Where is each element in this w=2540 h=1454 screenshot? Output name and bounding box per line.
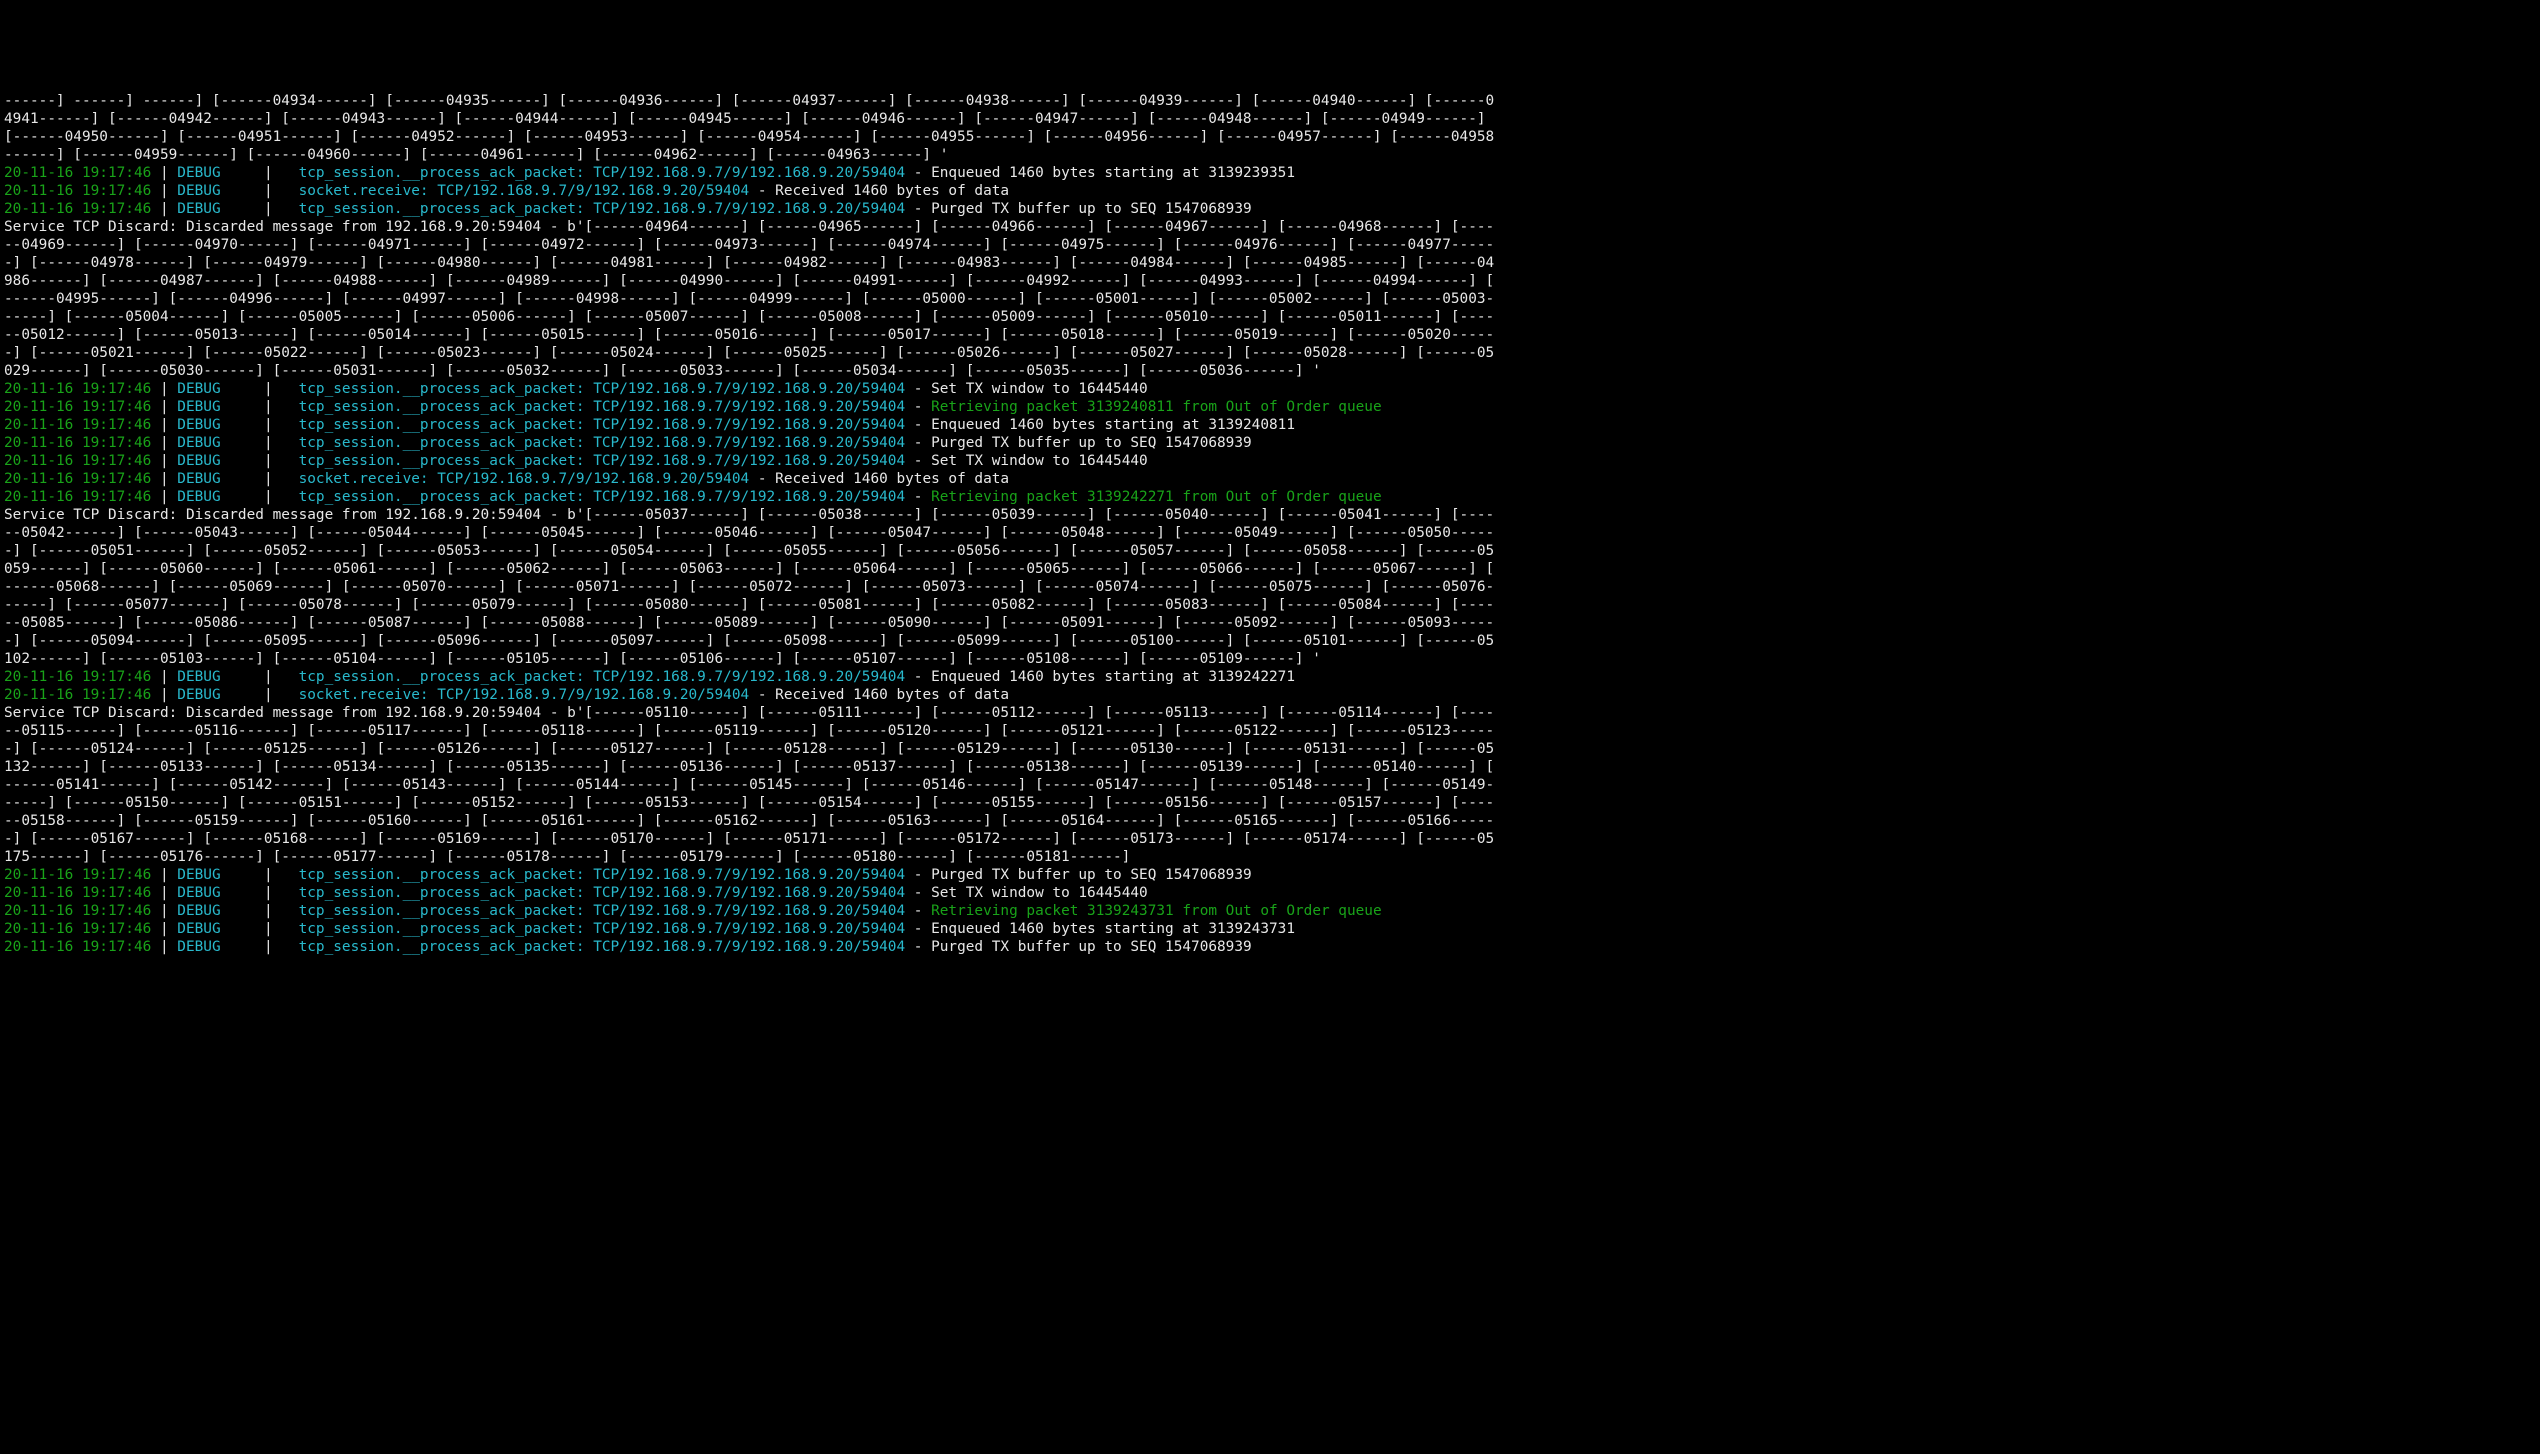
hex-dump-line: -----] [------05150------] [------05151-… (4, 794, 2536, 812)
hex-dump-line: Service TCP Discard: Discarded message f… (4, 704, 2536, 722)
hex-dump-line: 029------] [------05030------] [------05… (4, 362, 2536, 380)
log-line: 20-11-16 19:17:46 | DEBUG | socket.recei… (4, 686, 2536, 704)
log-line: 20-11-16 19:17:46 | DEBUG | tcp_session.… (4, 902, 2536, 920)
hex-dump-line: -----] [------05004------] [------05005-… (4, 308, 2536, 326)
terminal-output[interactable]: ------] ------] ------] [------04934----… (0, 90, 2540, 958)
log-line: 20-11-16 19:17:46 | DEBUG | tcp_session.… (4, 668, 2536, 686)
hex-dump-line: Service TCP Discard: Discarded message f… (4, 506, 2536, 524)
log-line: 20-11-16 19:17:46 | DEBUG | tcp_session.… (4, 866, 2536, 884)
log-line: 20-11-16 19:17:46 | DEBUG | tcp_session.… (4, 434, 2536, 452)
hex-dump-line: --05115------] [------05116------] [----… (4, 722, 2536, 740)
hex-dump-line: -] [------05021------] [------05022-----… (4, 344, 2536, 362)
hex-dump-line: -----] [------05077------] [------05078-… (4, 596, 2536, 614)
hex-dump-line: 4941------] [------04942------] [------0… (4, 110, 2536, 128)
hex-dump-line: ------] [------04959------] [------04960… (4, 146, 2536, 164)
log-line: 20-11-16 19:17:46 | DEBUG | tcp_session.… (4, 398, 2536, 416)
log-line: 20-11-16 19:17:46 | DEBUG | tcp_session.… (4, 380, 2536, 398)
hex-dump-line: 132------] [------05133------] [------05… (4, 758, 2536, 776)
log-line: 20-11-16 19:17:46 | DEBUG | tcp_session.… (4, 884, 2536, 902)
hex-dump-line: -] [------05124------] [------05125-----… (4, 740, 2536, 758)
log-line: 20-11-16 19:17:46 | DEBUG | socket.recei… (4, 182, 2536, 200)
hex-dump-line: -] [------05094------] [------05095-----… (4, 632, 2536, 650)
hex-dump-line: 059------] [------05060------] [------05… (4, 560, 2536, 578)
log-line: 20-11-16 19:17:46 | DEBUG | tcp_session.… (4, 452, 2536, 470)
log-line: 20-11-16 19:17:46 | DEBUG | socket.recei… (4, 470, 2536, 488)
hex-dump-line: --04969------] [------04970------] [----… (4, 236, 2536, 254)
log-line: 20-11-16 19:17:46 | DEBUG | tcp_session.… (4, 416, 2536, 434)
hex-dump-line: ------04995------] [------04996------] [… (4, 290, 2536, 308)
log-line: 20-11-16 19:17:46 | DEBUG | tcp_session.… (4, 920, 2536, 938)
hex-dump-line: ------05068------] [------05069------] [… (4, 578, 2536, 596)
hex-dump-line: --05085------] [------05086------] [----… (4, 614, 2536, 632)
hex-dump-line: -] [------05167------] [------05168-----… (4, 830, 2536, 848)
hex-dump-line: --05158------] [------05159------] [----… (4, 812, 2536, 830)
hex-dump-line: ------05141------] [------05142------] [… (4, 776, 2536, 794)
log-line: 20-11-16 19:17:46 | DEBUG | tcp_session.… (4, 488, 2536, 506)
hex-dump-line: --05042------] [------05043------] [----… (4, 524, 2536, 542)
hex-dump-line: 102------] [------05103------] [------05… (4, 650, 2536, 668)
hex-dump-line: [------04950------] [------04951------] … (4, 128, 2536, 146)
log-line: 20-11-16 19:17:46 | DEBUG | tcp_session.… (4, 164, 2536, 182)
hex-dump-line: Service TCP Discard: Discarded message f… (4, 218, 2536, 236)
hex-dump-line: 175------] [------05176------] [------05… (4, 848, 2536, 866)
hex-dump-line: --05012------] [------05013------] [----… (4, 326, 2536, 344)
log-line: 20-11-16 19:17:46 | DEBUG | tcp_session.… (4, 938, 2536, 956)
hex-dump-line: 986------] [------04987------] [------04… (4, 272, 2536, 290)
hex-dump-line: -] [------04978------] [------04979-----… (4, 254, 2536, 272)
hex-dump-line: ------] ------] ------] [------04934----… (4, 92, 2536, 110)
hex-dump-line: -] [------05051------] [------05052-----… (4, 542, 2536, 560)
log-line: 20-11-16 19:17:46 | DEBUG | tcp_session.… (4, 200, 2536, 218)
